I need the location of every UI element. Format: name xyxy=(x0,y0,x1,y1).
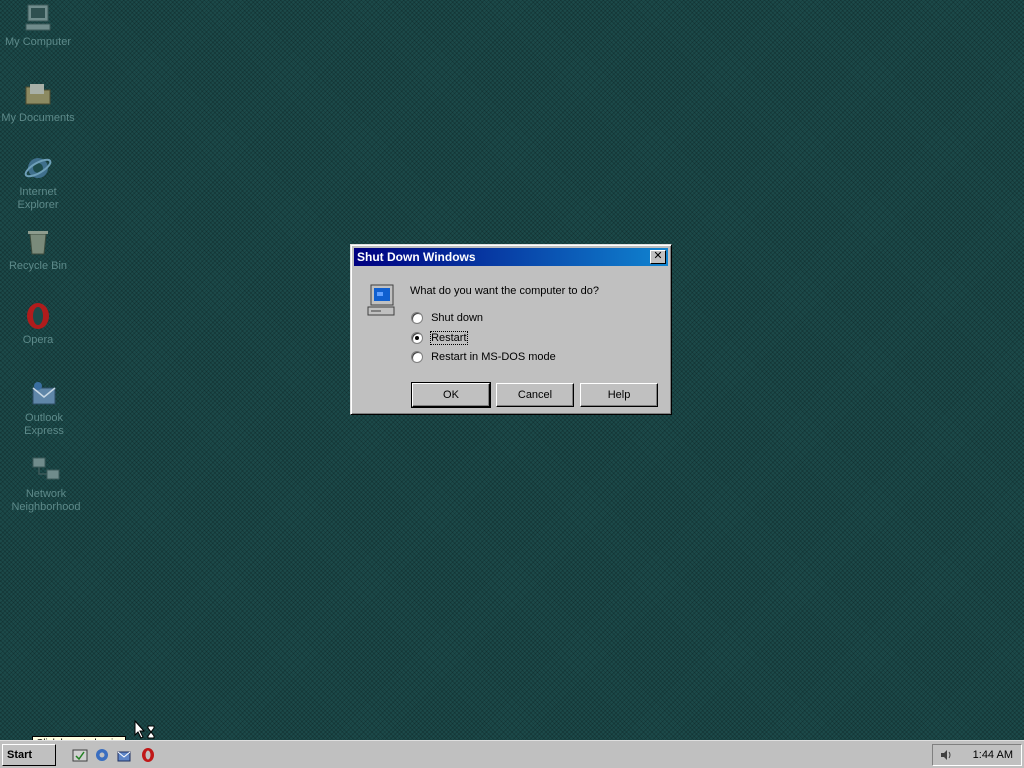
ie-quicklaunch-icon[interactable] xyxy=(94,747,110,763)
desktop-icon-network-neighborhood[interactable]: Network Neighborhood xyxy=(6,454,86,514)
cancel-button[interactable]: Cancel xyxy=(496,383,574,407)
clock[interactable]: 1:44 AM xyxy=(973,745,1013,765)
volume-icon[interactable] xyxy=(939,748,953,762)
opera-quicklaunch-icon[interactable] xyxy=(140,747,156,763)
ie-icon xyxy=(24,158,52,178)
option-label: Restart in MS-DOS mode xyxy=(431,351,556,364)
option-restart[interactable]: Restart xyxy=(411,330,468,346)
desktop-icon-label: Outlook Express xyxy=(24,412,64,437)
show-desktop-icon[interactable] xyxy=(72,747,88,763)
recycle-bin-icon xyxy=(28,231,48,255)
radio-button[interactable] xyxy=(411,351,423,364)
close-icon: ✕ xyxy=(653,250,663,262)
ok-button[interactable]: OK xyxy=(411,382,491,408)
desktop-icon-internet-explorer[interactable]: Internet Explorer xyxy=(0,152,78,212)
desktop-icon-recycle-bin[interactable]: Recycle Bin xyxy=(0,226,78,273)
option-shut-down[interactable]: Shut down xyxy=(411,310,483,326)
computer-icon xyxy=(25,4,51,31)
desktop-icon-label: My Computer xyxy=(4,36,72,48)
desktop-icon-label: Recycle Bin xyxy=(8,260,68,272)
outlook-icon xyxy=(32,382,56,405)
desktop-icon-opera[interactable]: Opera xyxy=(0,300,78,347)
opera-icon xyxy=(27,303,49,329)
radio-button[interactable] xyxy=(411,312,423,325)
close-button[interactable]: ✕ xyxy=(650,250,666,264)
network-icon xyxy=(32,457,60,480)
option-label: Shut down xyxy=(431,312,484,325)
start-button[interactable]: Start xyxy=(2,744,56,766)
desktop-icon-my-computer[interactable]: My Computer xyxy=(0,2,78,49)
radio-button-selected[interactable] xyxy=(411,332,423,345)
help-button[interactable]: Help xyxy=(580,383,658,407)
shut-down-dialog: Shut Down Windows ✕ What do you want the… xyxy=(350,244,672,415)
desktop-icon-my-documents[interactable]: My Documents xyxy=(0,78,78,125)
system-tray: 1:44 AM xyxy=(932,744,1022,766)
desktop-icon-outlook-express[interactable]: Outlook Express xyxy=(4,378,84,438)
option-label: Restart xyxy=(430,331,468,346)
outlook-quicklaunch-icon[interactable] xyxy=(116,747,132,763)
desktop-icon-label: Internet Explorer xyxy=(17,186,59,211)
desktop-icon-label: Network Neighborhood xyxy=(11,488,81,513)
folder-icon xyxy=(25,84,51,105)
computer-icon xyxy=(367,284,395,316)
dialog-question: What do you want the computer to do? xyxy=(410,285,599,297)
dialog-titlebar[interactable]: Shut Down Windows ✕ xyxy=(354,248,668,266)
busy-cursor-icon xyxy=(134,720,155,739)
start-label: Start xyxy=(7,749,33,761)
taskbar: Start 1:44 AM xyxy=(0,740,1024,768)
desktop-icon-label: Opera xyxy=(22,334,54,346)
dialog-title: Shut Down Windows xyxy=(357,250,476,264)
option-restart-ms-dos[interactable]: Restart in MS-DOS mode xyxy=(411,349,556,365)
desktop-icon-label: My Documents xyxy=(1,112,75,124)
